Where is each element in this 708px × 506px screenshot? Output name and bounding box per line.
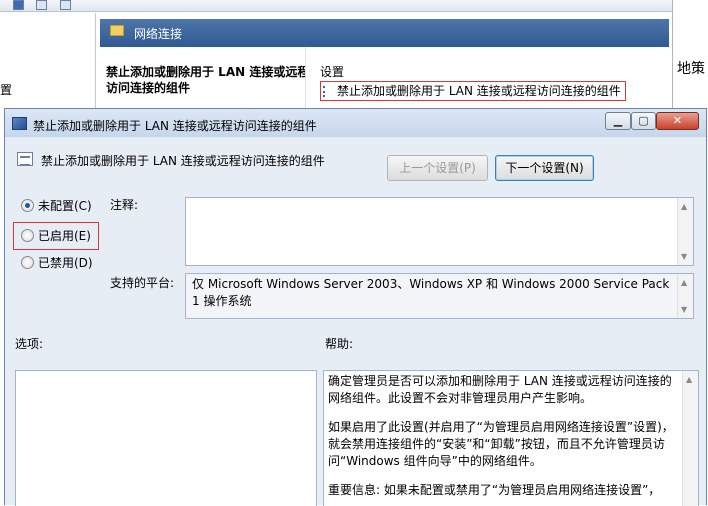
- background-right-window: 地策: [672, 0, 708, 108]
- next-setting-button[interactable]: 下一个设置(N): [495, 155, 594, 181]
- background-pane-body: 禁止添加或删除用于 LAN 连接或远程访问连接的组件 设置 禁止添加或删除用于 …: [100, 47, 669, 108]
- help-paragraph: 如果启用了此设置(并启用了“为管理员启用网络连接设置”设置)，就会禁用连接组件的…: [328, 420, 674, 468]
- platform-scrollbar[interactable]: ▲ ▼: [677, 274, 693, 318]
- folder-icon: [110, 25, 124, 36]
- background-settings-list: 设置 禁止添加或删除用于 LAN 连接或远程访问连接的组件: [305, 47, 667, 108]
- radio-checked-icon[interactable]: [21, 199, 34, 212]
- settings-list-item-label: 禁止添加或删除用于 LAN 连接或远程访问连接的组件: [337, 84, 621, 98]
- policy-title: 禁止添加或删除用于 LAN 连接或远程访问连接的组件: [41, 154, 325, 168]
- help-paragraph: 重要信息: 如果未配置或禁用了“为管理员启用网络连接设置”，: [328, 483, 661, 497]
- properties-icon[interactable]: [36, 0, 47, 10]
- platform-textbox: 仅 Microsoft Windows Server 2003、Windows …: [185, 273, 694, 319]
- right-window-text: 地策: [677, 61, 705, 77]
- radio-disabled[interactable]: 已禁用(D): [21, 254, 107, 272]
- settings-list-item-selected[interactable]: 禁止添加或删除用于 LAN 连接或远程访问连接的组件: [320, 81, 626, 101]
- radio-disabled-label: 已禁用(D): [38, 256, 93, 270]
- close-button[interactable]: ✕: [656, 112, 699, 130]
- radio-not-configured-label: 未配置(C): [38, 199, 92, 213]
- scroll-up-arrow-icon[interactable]: ▲: [686, 375, 692, 384]
- background-description-title: 禁止添加或删除用于 LAN 连接或远程访问连接的组件: [106, 65, 310, 95]
- dialog-title-bar[interactable]: 禁止添加或删除用于 LAN 连接或远程访问连接的组件 ▁ ▢ ✕: [5, 109, 706, 137]
- platform-value: 仅 Microsoft Windows Server 2003、Windows …: [192, 277, 670, 308]
- background-toolbar: [0, 0, 672, 12]
- comment-label: 注释:: [110, 198, 139, 212]
- enabled-highlight-box: [13, 222, 99, 250]
- help-scrollbar[interactable]: ▲: [682, 371, 698, 506]
- comment-scrollbar[interactable]: ▲ ▼: [677, 198, 693, 265]
- help-pane: 确定管理员是否可以添加和删除用于 LAN 连接或远程访问连接的网络组件。此设置不…: [323, 370, 699, 506]
- scroll-down-arrow-icon[interactable]: ▼: [681, 305, 687, 314]
- comment-textarea[interactable]: ▲ ▼: [185, 197, 694, 266]
- maximize-button[interactable]: ▢: [631, 112, 656, 130]
- policy-app-icon: [12, 117, 27, 130]
- policy-setting-icon: [17, 152, 33, 166]
- radio-unchecked-icon[interactable]: [21, 256, 34, 269]
- options-pane: [15, 370, 317, 506]
- policy-setting-icon: [323, 86, 332, 97]
- settings-column-header[interactable]: 设置: [320, 63, 344, 80]
- filter-icon[interactable]: [60, 0, 71, 10]
- scroll-up-arrow-icon[interactable]: ▲: [681, 202, 687, 211]
- policy-dialog: 禁止添加或删除用于 LAN 连接或远程访问连接的组件 ▁ ▢ ✕ 禁止添加或删除…: [4, 108, 707, 506]
- help-icon[interactable]: [13, 0, 24, 10]
- radio-not-configured[interactable]: 未配置(C): [21, 197, 107, 215]
- help-text: 确定管理员是否可以添加和删除用于 LAN 连接或远程访问连接的网络组件。此设置不…: [328, 373, 680, 506]
- supported-platform-label: 支持的平台:: [110, 276, 175, 290]
- background-tree-pane: 置: [0, 13, 96, 108]
- scroll-down-arrow-icon[interactable]: ▼: [681, 252, 687, 261]
- tree-item-text[interactable]: 置: [0, 81, 12, 98]
- background-pane-header: 网络连接: [100, 19, 669, 47]
- help-label: 帮助:: [325, 337, 354, 351]
- help-paragraph: 确定管理员是否可以添加和删除用于 LAN 连接或远程访问连接的网络组件。此设置不…: [328, 374, 672, 405]
- minimize-button[interactable]: ▁: [605, 112, 631, 130]
- previous-setting-button[interactable]: 上一个设置(P): [387, 155, 488, 181]
- options-label: 选项:: [15, 337, 44, 351]
- background-pane-title: 网络连接: [134, 27, 183, 41]
- dialog-title: 禁止添加或删除用于 LAN 连接或远程访问连接的组件: [33, 119, 317, 133]
- scroll-up-arrow-icon[interactable]: ▲: [681, 278, 687, 287]
